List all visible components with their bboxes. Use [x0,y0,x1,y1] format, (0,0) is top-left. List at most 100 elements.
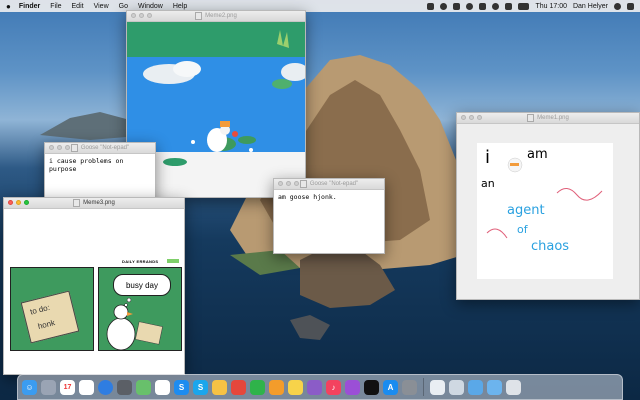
volume-icon[interactable] [505,2,513,10]
apple-menu-icon[interactable]: ● [6,2,11,11]
meme3-window[interactable]: Meme3.png DAILY ERRANDS to do: honk busy… [3,197,185,375]
app-store-icon[interactable]: A [383,379,398,395]
document-icon [527,114,535,122]
menu-clock[interactable]: Thu 17:00 [535,3,567,10]
tv-icon[interactable] [364,379,379,395]
menu-edit[interactable]: Edit [72,3,84,10]
note2-titlebar[interactable]: Goose "Not-epad" [274,179,384,190]
zoom-button[interactable] [65,145,70,150]
folder-icon[interactable] [487,379,502,395]
trash-icon[interactable] [506,379,521,395]
dropbox-icon[interactable] [427,2,435,10]
slack-icon[interactable] [155,379,170,395]
minimize-button[interactable] [57,145,62,150]
meme-word-am: am [527,147,548,162]
window-title: Meme3.png [83,200,115,206]
close-button[interactable] [278,181,283,186]
document-icon [195,12,203,20]
strip-header-badge [167,259,179,263]
pages-icon[interactable] [269,379,284,395]
photos-icon[interactable] [212,379,227,395]
zoom-button[interactable] [24,200,29,205]
todo-item: honk [36,318,56,332]
meme-word-agent: agent [507,203,545,218]
launchpad-icon[interactable] [41,379,56,395]
reminders-icon[interactable] [79,379,94,395]
system-preferences-icon[interactable] [402,379,417,395]
goose-drawing [106,297,163,351]
meme-word-an: an [481,177,495,190]
close-button[interactable] [8,200,13,205]
close-button[interactable] [49,145,54,150]
menu-file[interactable]: File [50,3,61,10]
note1-text[interactable]: i cause problems on purpose [45,154,155,176]
meme-word-of: of [517,223,528,236]
strip-header: DAILY ERRANDS [122,259,159,264]
window-title: Meme1.png [537,115,569,121]
document-icon [299,180,307,188]
time-machine-icon[interactable] [466,2,474,10]
window-title: Meme2.png [205,13,237,19]
meme1-titlebar[interactable]: Meme1.png [457,113,639,124]
minimize-button[interactable] [469,115,474,120]
search-icon[interactable] [614,2,621,10]
affinity-icon[interactable] [307,379,322,395]
window-title: Goose "Not-epad" [309,181,359,187]
display-icon[interactable] [453,2,461,10]
menu-view[interactable]: View [94,3,109,10]
document-icon [73,199,81,207]
meme3-titlebar[interactable]: Meme3.png [4,198,184,209]
comic-panel-left: to do: honk [10,267,94,351]
shazam-icon[interactable]: S [174,379,189,395]
dock-separator [423,378,424,396]
close-button[interactable] [131,13,136,18]
downloads-icon[interactable] [468,379,483,395]
wifi-icon[interactable] [492,2,500,10]
meme-word-chaos: chaos [531,239,570,254]
preview-icon[interactable] [430,379,445,395]
documents-icon[interactable] [449,379,464,395]
status-icon[interactable] [440,2,448,10]
meme-word-i: i [485,147,491,168]
minimize-button[interactable] [286,181,291,186]
document-icon [70,144,78,152]
zoom-button[interactable] [294,181,299,186]
menu-help[interactable]: Help [173,3,187,10]
menu-window[interactable]: Window [138,3,163,10]
menu-user[interactable]: Dan Helyer [573,3,608,10]
meme1-window[interactable]: Meme1.png i am an agent of chaos [456,112,640,300]
meme2-titlebar[interactable]: Meme2.png [127,11,305,22]
minimize-button[interactable] [139,13,144,18]
note2-window[interactable]: Goose "Not-epad" am goose hjonk. [273,178,385,254]
finder-icon[interactable]: ☺ [22,379,37,395]
numbers-icon[interactable] [250,379,265,395]
menu-app-name[interactable]: Finder [19,3,40,10]
notes-icon[interactable] [288,379,303,395]
comic-panel-right: busy day [98,267,182,351]
close-button[interactable] [461,115,466,120]
todo-scroll: to do: honk [20,290,80,344]
podcasts-icon[interactable] [345,379,360,395]
screen-time-icon[interactable] [231,379,246,395]
calendar-icon[interactable]: 17 [60,379,75,395]
zoom-button[interactable] [147,13,152,18]
note2-text[interactable]: am goose hjonk. [274,190,384,204]
dock: ☺ 17 S S ♪ A [17,374,623,400]
menu-go[interactable]: Go [119,3,128,10]
note1-titlebar[interactable]: Goose "Not-epad" [45,143,155,154]
safari-icon[interactable] [98,379,113,395]
bluetooth-icon[interactable] [479,2,487,10]
screenshot-icon[interactable] [117,379,132,395]
minimize-button[interactable] [16,200,21,205]
battery-icon[interactable] [518,2,530,10]
menu-bar: ● Finder File Edit View Go Window Help T… [0,0,640,12]
skype-icon[interactable]: S [193,379,208,395]
music-icon[interactable]: ♪ [326,379,341,395]
window-title: Goose "Not-epad" [80,145,130,151]
maps-icon[interactable] [136,379,151,395]
meme3-image: DAILY ERRANDS to do: honk busy day [4,209,184,374]
zoom-button[interactable] [477,115,482,120]
todo-label: to do: [29,302,51,317]
meme1-image: i am an agent of chaos [477,143,613,279]
control-center-icon[interactable] [627,2,634,10]
